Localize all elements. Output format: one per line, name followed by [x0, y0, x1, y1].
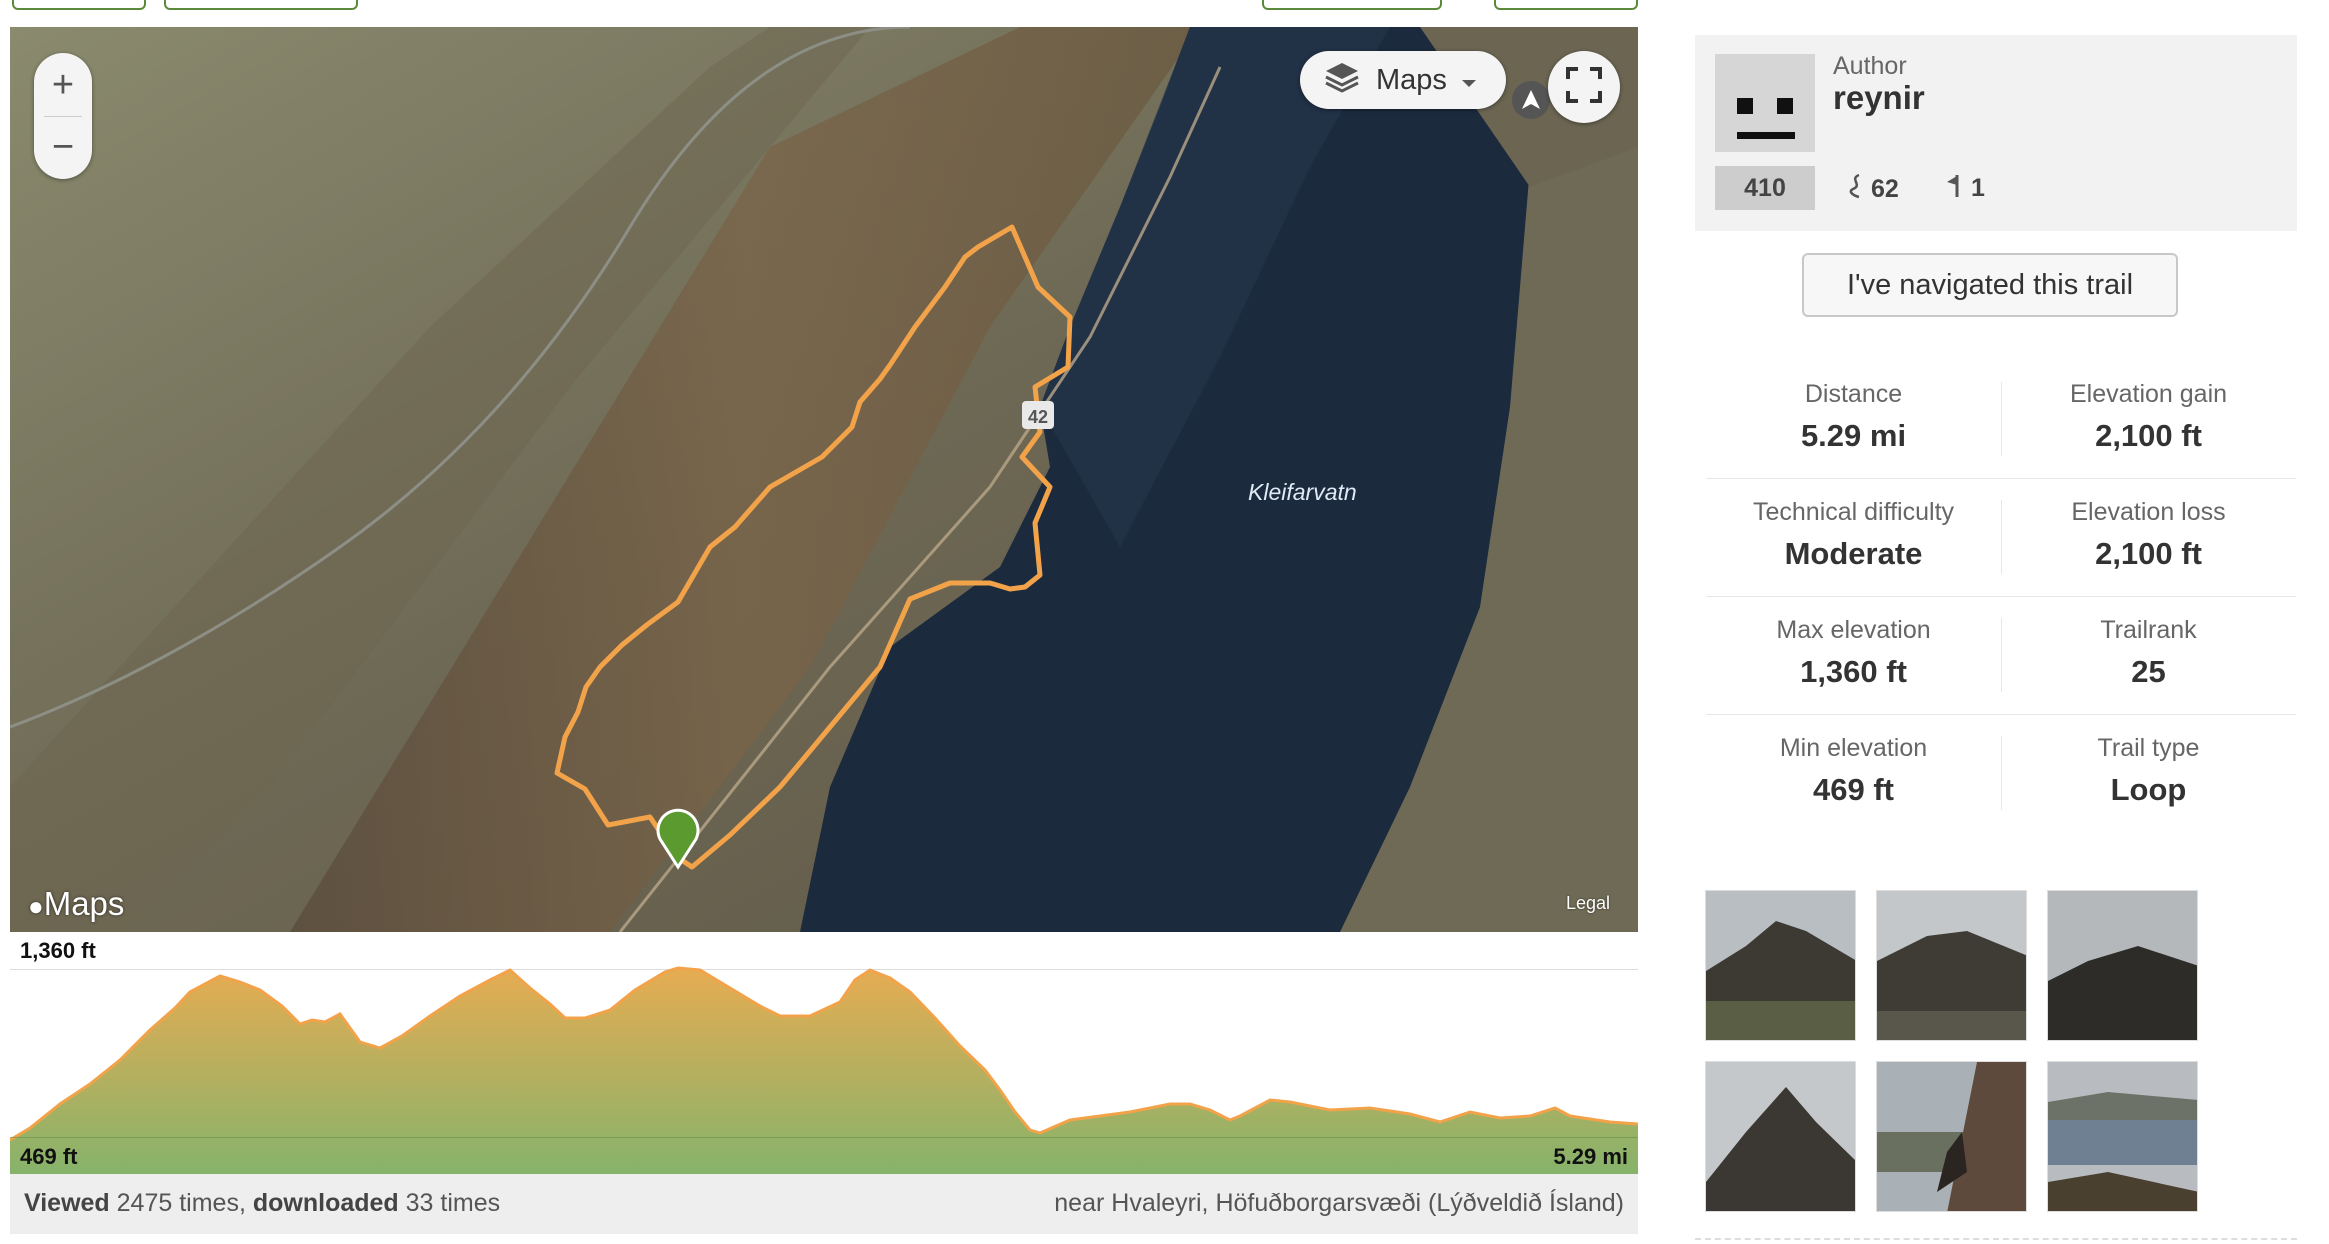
stat-label: Elevation loss	[2071, 498, 2226, 526]
avatar-eye-right	[1777, 98, 1793, 114]
stat-technical-difficulty: Technical difficulty Moderate	[1706, 478, 2001, 596]
photo-thumbnail[interactable]	[1876, 890, 2027, 1041]
stat-divider	[2001, 500, 2002, 574]
section-divider	[1695, 1238, 2297, 1242]
avatar[interactable]	[1715, 54, 1815, 152]
author-trails-count[interactable]: 62	[1847, 173, 1899, 206]
stat-label: Distance	[1804, 380, 1903, 408]
trail-location[interactable]: near Hvaleyri, Höfuðborgarsvæði (Lýðveld…	[1054, 1189, 1624, 1218]
fullscreen-icon	[1566, 66, 1602, 108]
zoom-in-button[interactable]: +	[34, 55, 92, 115]
stat-label: Max elevation	[1776, 616, 1931, 644]
stat-trailrank: Trailrank 25	[2001, 596, 2296, 714]
zoom-controls: + −	[34, 53, 92, 179]
stat-value: Moderate	[1784, 536, 1923, 571]
view-stats-bar: Viewed 2475 times, downloaded 33 times n…	[10, 1174, 1638, 1234]
map-attribution-text: Maps	[43, 885, 125, 922]
photo-thumbnail[interactable]	[1876, 1061, 2027, 1212]
author-card: Author reynir 410 62 1	[1695, 35, 2297, 231]
stat-elevation-loss: Elevation loss 2,100 ft	[2001, 478, 2296, 596]
navigated-trail-button[interactable]: I've navigated this trail	[1802, 253, 2178, 317]
zoom-out-button[interactable]: −	[34, 117, 92, 177]
top-button-2[interactable]	[164, 0, 358, 10]
stat-value: 469 ft	[1813, 772, 1894, 807]
svg-text:42: 42	[1028, 407, 1048, 427]
stat-max-elevation: Max elevation 1,360 ft	[1706, 596, 2001, 714]
max-elevation-label: 1,360 ft	[20, 938, 96, 963]
apple-logo-icon: ●	[28, 891, 44, 921]
view-counts: Viewed 2475 times, downloaded 33 times	[24, 1189, 500, 1218]
trails-count-value: 62	[1871, 175, 1899, 203]
stat-trail-type: Trail type Loop	[2001, 714, 2296, 832]
stat-value: 2,100 ft	[2095, 536, 2202, 571]
stat-value: Loop	[2110, 772, 2187, 807]
stat-label: Trail type	[2097, 734, 2200, 762]
downloaded-count: 33 times	[405, 1189, 501, 1217]
photo-thumbnail[interactable]	[1705, 890, 1856, 1041]
author-label: Author	[1833, 52, 1907, 80]
chevron-down-icon	[1461, 64, 1477, 97]
stat-elevation-gain: Elevation gain 2,100 ft	[2001, 360, 2296, 478]
elevation-area	[10, 968, 1638, 1174]
compass-icon[interactable]	[1512, 81, 1550, 119]
layers-icon	[1322, 59, 1362, 101]
stat-divider	[2001, 736, 2002, 810]
trail-icon	[1847, 173, 1865, 206]
photo-thumbnail[interactable]	[1705, 1061, 1856, 1212]
stat-value: 25	[2131, 654, 2166, 689]
trail-map[interactable]: 42 + − Maps Kleifarvatn ●Maps Legal	[10, 27, 1638, 932]
min-elevation-label: 469 ft	[20, 1144, 78, 1169]
stat-value: 5.29 mi	[1800, 418, 1907, 453]
elevation-profile[interactable]: 1,360 ft 469 ft 5.29 mi	[10, 932, 1638, 1174]
photo-thumbnail[interactable]	[2047, 1061, 2198, 1212]
stat-label: Trailrank	[2100, 616, 2197, 644]
stat-distance: Distance 5.29 mi	[1706, 360, 2001, 478]
stat-divider	[2001, 618, 2002, 692]
stat-divider	[2001, 382, 2002, 456]
author-flags-count[interactable]: 1	[1945, 173, 1985, 204]
distance-end-label: 5.29 mi	[1553, 1144, 1628, 1169]
viewed-word: Viewed	[24, 1189, 110, 1217]
top-button-1[interactable]	[12, 0, 146, 10]
stat-value: 2,100 ft	[2095, 418, 2202, 453]
downloaded-word: downloaded	[252, 1189, 399, 1217]
map-layer-label: Maps	[1376, 63, 1447, 96]
top-button-3[interactable]	[1262, 0, 1442, 10]
author-name[interactable]: reynir	[1833, 79, 1925, 117]
avatar-eye-left	[1737, 98, 1753, 114]
stat-label: Elevation gain	[2069, 380, 2228, 408]
viewed-count: 2475 times,	[116, 1189, 246, 1217]
elevation-chart	[10, 966, 1638, 1174]
stat-min-elevation: Min elevation 469 ft	[1706, 714, 2001, 832]
flags-count-value: 1	[1971, 174, 1985, 202]
photo-thumbnail[interactable]	[2047, 890, 2198, 1041]
map-layer-button[interactable]: Maps	[1300, 51, 1506, 109]
map-terrain: 42	[10, 27, 1638, 932]
avatar-mouth	[1737, 132, 1795, 139]
fullscreen-button[interactable]	[1548, 51, 1620, 123]
map-attribution: ●Maps	[28, 885, 124, 923]
stat-label: Technical difficulty	[1752, 498, 1955, 526]
author-rank-badge: 410	[1715, 166, 1815, 210]
lake-label: Kleifarvatn	[1248, 479, 1357, 505]
stat-label: Min elevation	[1779, 734, 1928, 762]
flag-icon	[1945, 173, 1965, 204]
map-legal-link[interactable]: Legal	[1566, 893, 1610, 914]
top-button-4[interactable]	[1494, 0, 1638, 10]
stat-value: 1,360 ft	[1800, 654, 1907, 689]
